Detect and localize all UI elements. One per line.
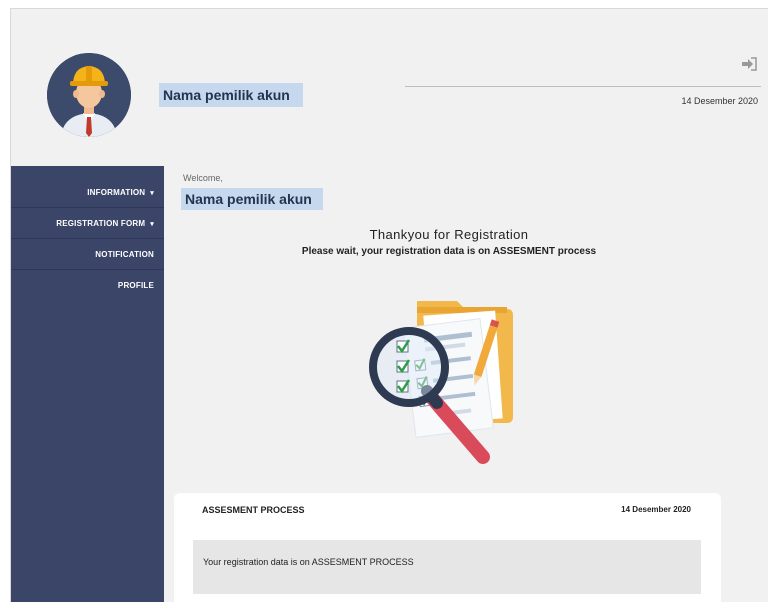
logout-icon <box>742 57 757 71</box>
sidebar-item-label: PROFILE <box>117 281 154 290</box>
sidebar: INFORMATION ▾ REGISTRATION FORM ▾ NOTIFICA… <box>11 166 164 602</box>
sidebar-item-notification[interactable]: NOTIFICATION <box>11 239 164 270</box>
sidebar-item-registration-form[interactable]: REGISTRATION FORM ▾ <box>11 208 164 239</box>
worker-avatar-icon <box>47 53 131 137</box>
wait-message: Please wait, your registration data is o… <box>301 246 597 257</box>
document-magnifier-icon <box>357 293 527 473</box>
avatar[interactable] <box>47 53 131 137</box>
sidebar-item-information[interactable]: INFORMATION ▾ <box>11 177 164 208</box>
sidebar-item-label: NOTIFICATION <box>95 250 154 259</box>
sidebar-item-label: INFORMATION <box>87 188 146 197</box>
chevron-down-icon: ▾ <box>150 221 154 228</box>
welcome-text: Welcome, <box>183 173 223 183</box>
chevron-down-icon: ▾ <box>150 190 154 197</box>
app-frame: Nama pemilik akun 14 Desember 2020 INFOR… <box>10 8 768 602</box>
account-name-welcome: Nama pemilik akun <box>181 188 323 210</box>
header-divider <box>405 86 761 87</box>
card-date: 14 Desember 2020 <box>621 505 691 514</box>
logout-button[interactable] <box>740 56 758 72</box>
assessment-card: ASSESMENT PROCESS 14 Desember 2020 Your … <box>174 493 721 602</box>
sidebar-item-profile[interactable]: PROFILE <box>11 270 164 301</box>
sidebar-item-label: REGISTRATION FORM <box>56 219 146 228</box>
account-name-header: Nama pemilik akun <box>159 83 303 107</box>
thanks-heading: Thankyou for Registration <box>369 227 529 242</box>
header-date: 14 Desember 2020 <box>681 96 758 106</box>
card-title: ASSESMENT PROCESS <box>202 505 305 515</box>
card-message: Your registration data is on ASSESMENT P… <box>193 540 701 594</box>
